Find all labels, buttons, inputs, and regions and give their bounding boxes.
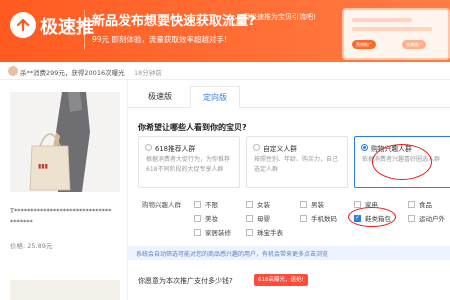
notice-bar: 系统会自动筛选可能对您的商品感兴趣的用户，有机会带来更多点击浏览 <box>128 246 450 260</box>
option-label: 男装 <box>311 201 324 209</box>
checkbox-icon[interactable] <box>300 214 307 222</box>
checkbox-icon[interactable] <box>408 200 415 208</box>
checkbox-icon[interactable] <box>246 200 253 208</box>
checkbox-icon[interactable] <box>194 200 201 208</box>
product-image[interactable]: ▮▮▮ <box>10 92 120 192</box>
product-title: T****************************** ******* <box>10 206 122 228</box>
product-price: 价格: 25.89元 <box>10 242 53 250</box>
stats-time: 18分钟前 <box>134 69 162 77</box>
option-label: 不限 <box>205 201 218 209</box>
banner-tagline: 用极速推为宝贝引流吧! <box>243 13 316 21</box>
highlight-circle-interest <box>372 144 432 180</box>
targeting-panel: 极速版 定向版 你希望让哪些人看到你的宝贝? 618推荐人群 根据消费者大促行为… <box>128 80 450 300</box>
banner-subline: 99元 即刻体验，流量获取效率超越对手! <box>92 35 227 44</box>
product-title-line2: ******* <box>10 218 33 226</box>
radio-icon[interactable] <box>253 144 260 151</box>
option-label: 母婴 <box>257 215 270 223</box>
audience-card-title: 618推荐人群 <box>155 145 196 153</box>
interest-option[interactable]: 运动户外 <box>408 213 445 223</box>
interest-option[interactable]: 家居装修 <box>194 227 231 237</box>
interest-option[interactable]: 女装 <box>246 199 270 209</box>
brand-name: 极速推 <box>40 17 94 38</box>
banner-divider <box>84 10 85 50</box>
logo-icon <box>10 12 36 38</box>
product-panel: ▮▮▮ T****************************** ****… <box>0 80 128 300</box>
banner-pill-2: 普通推广 <box>402 40 426 49</box>
product-title-line1: T****************************** <box>10 207 112 215</box>
avatar <box>8 66 18 76</box>
promo-banner[interactable]: 极速推 新品发布想要快速获取流量? 用极速推为宝贝引流吧! 99元 即刻体验，流… <box>0 0 450 62</box>
version-tabs: 极速版 定向版 <box>128 80 450 108</box>
audience-card-title: 自定义人群 <box>263 145 297 153</box>
interest-option[interactable]: 男装 <box>300 199 324 209</box>
interest-option[interactable]: 食品 <box>408 199 432 209</box>
option-label: 珠宝手表 <box>257 229 283 237</box>
stats-text: 杀**消费299元，获得20016次曝光 <box>20 69 125 77</box>
interest-option[interactable]: 珠宝手表 <box>246 227 283 237</box>
checkbox-icon[interactable] <box>354 200 361 208</box>
radio-icon[interactable] <box>145 144 152 151</box>
option-label: 手机数码 <box>311 215 337 223</box>
option-label: 家居装修 <box>205 229 231 237</box>
product-thumbnail <box>10 280 120 300</box>
banner-pill-1: 营销推广 <box>352 40 376 49</box>
interest-option[interactable]: 母婴 <box>246 213 270 223</box>
highlight-circle-shoes <box>348 207 396 227</box>
interest-option[interactable]: 手机数码 <box>300 213 337 223</box>
interest-option[interactable]: 不限 <box>194 199 218 209</box>
bag-print-icon: ▮▮▮ <box>38 163 48 170</box>
option-label: 美妆 <box>205 215 218 223</box>
tab-speed[interactable]: 极速版 <box>136 86 184 108</box>
radio-selected-icon[interactable] <box>361 144 368 151</box>
banner-illustration: 营销推广 普通推广 <box>322 0 450 62</box>
option-label: 女装 <box>257 201 270 209</box>
audience-card-desc: 根据消费者大促行为，为你推荐618不同阶段的大促专享人群 <box>146 156 231 173</box>
option-label: 食品 <box>419 201 432 209</box>
checkbox-icon[interactable] <box>194 214 201 222</box>
audience-card-custom[interactable]: 自定义人群 按照性别、年龄、购买力，自己选定人群 <box>246 136 348 188</box>
banner-headline: 新品发布想要快速获取流量? <box>92 14 256 29</box>
checkbox-icon[interactable] <box>300 200 307 208</box>
interest-option[interactable]: 美妆 <box>194 213 218 223</box>
checkbox-icon[interactable] <box>246 214 253 222</box>
stats-bar: 杀**消费299元，获得20016次曝光 18分钟前 <box>0 62 450 80</box>
checkbox-icon[interactable] <box>194 228 201 236</box>
budget-question: 你愿意为本次推广支付多少钱? <box>138 277 233 285</box>
checkbox-icon[interactable] <box>246 228 253 236</box>
audience-card-desc: 按照性别、年龄、购买力，自己选定人群 <box>254 156 339 173</box>
option-label: 运动户外 <box>419 215 445 223</box>
budget-badge: 618高曝光，速抢! <box>254 274 308 286</box>
audience-question: 你希望让哪些人看到你的宝贝? <box>138 123 247 132</box>
tab-targeted[interactable]: 定向版 <box>190 86 240 108</box>
audience-card-618[interactable]: 618推荐人群 根据消费者大促行为，为你推荐618不同阶段的大促专享人群 <box>138 136 240 188</box>
notice-text: 系统会自动筛选可能对您的商品感兴趣的用户，有机会带来更多点击浏览 <box>136 251 329 258</box>
checkbox-icon[interactable] <box>408 214 415 222</box>
interest-label: 购物兴趣人群 <box>142 201 181 209</box>
